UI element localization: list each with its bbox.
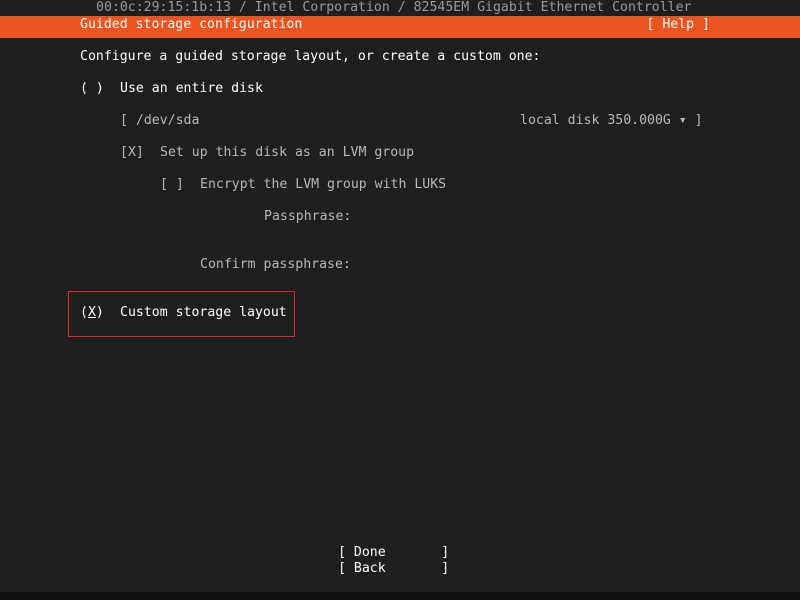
encrypt-checkbox[interactable]: [ ] <box>160 177 184 193</box>
page-title: Guided storage configuration <box>80 17 303 32</box>
done-button[interactable]: [ Done ] <box>338 545 449 561</box>
custom-layout-label[interactable]: Custom storage layout <box>120 305 287 321</box>
lvm-label: Set up this disk as an LVM group <box>160 145 415 160</box>
network-device-info: 00:0c:29:15:1b:13 / Intel Corporation / … <box>96 0 692 15</box>
intro-text: Configure a guided storage layout, or cr… <box>80 49 541 64</box>
lvm-checkbox[interactable]: [X] <box>120 145 144 161</box>
entire-disk-label[interactable]: Use an entire disk <box>120 81 263 97</box>
bottom-strip <box>0 592 800 600</box>
passphrase-label: Passphrase: <box>264 209 352 224</box>
disk-select[interactable]: [ /dev/sda <box>120 113 199 129</box>
confirm-passphrase-label: Confirm passphrase: <box>200 257 351 272</box>
encrypt-label: Encrypt the LVM group with LUKS <box>200 177 447 192</box>
back-button[interactable]: [ Back ] <box>338 561 449 577</box>
custom-layout-radio[interactable]: (X) <box>80 305 104 321</box>
help-button[interactable]: [ Help ] <box>646 17 710 33</box>
entire-disk-radio[interactable]: ( ) <box>80 81 104 97</box>
disk-select-value[interactable]: local disk 350.000G ▾ ] <box>520 113 703 129</box>
